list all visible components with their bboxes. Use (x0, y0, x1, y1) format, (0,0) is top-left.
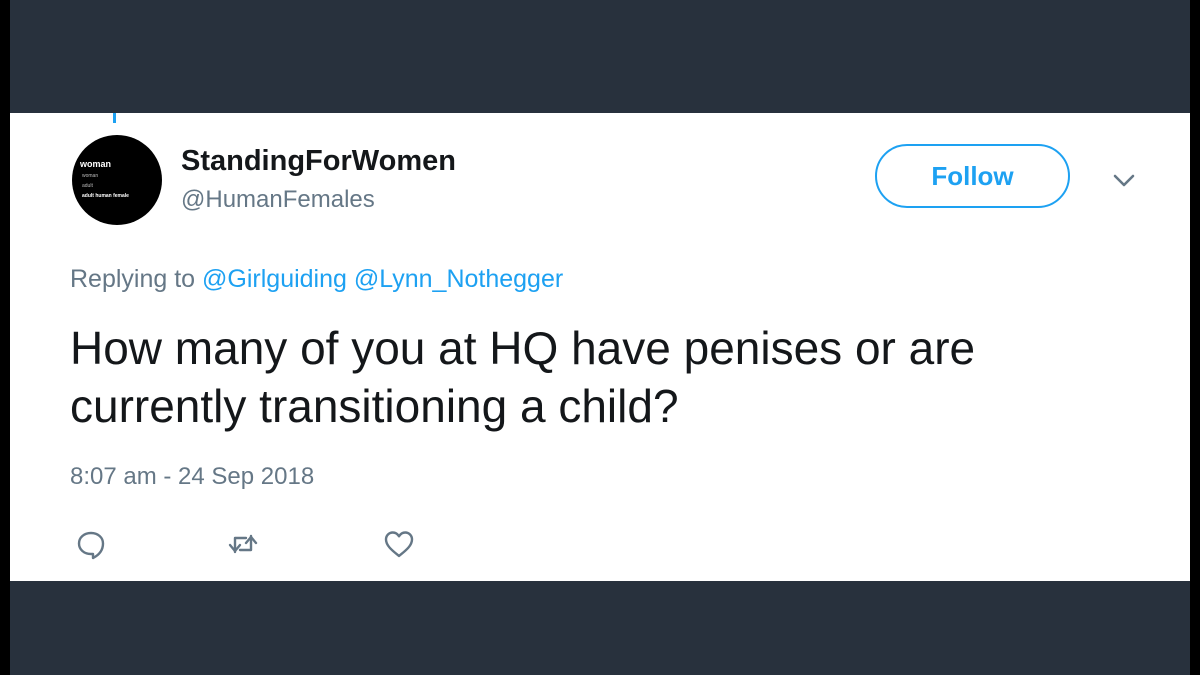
mention-link-girlguiding[interactable]: @Girlguiding (202, 265, 347, 293)
tweet-timestamp[interactable]: 8:07 am - 24 Sep 2018 (70, 461, 314, 493)
tweet-card: woman woman adult adult human female Sta… (10, 113, 1190, 581)
retweet-button[interactable] (226, 527, 260, 561)
display-name[interactable]: StandingForWomen (181, 143, 456, 179)
retweet-arrows-icon (226, 527, 260, 561)
reply-button[interactable] (74, 527, 108, 561)
mention-link-lynn-nothegger[interactable]: @Lynn_Nothegger (354, 265, 563, 293)
avatar-title-text: woman (80, 159, 112, 169)
replying-to-line: Replying to @Girlguiding @Lynn_Nothegger (70, 263, 563, 295)
left-edge-bar (0, 0, 10, 675)
replying-to-label: Replying to (70, 265, 196, 293)
avatar-line-3: adult human female (82, 193, 129, 199)
thread-connector (113, 113, 116, 123)
follow-button[interactable]: Follow (875, 144, 1070, 208)
chevron-down-icon[interactable] (1110, 171, 1138, 191)
heart-icon (382, 527, 416, 561)
tweet-text: How many of you at HQ have penises or ar… (70, 322, 976, 432)
avatar-line-1: woman (82, 173, 99, 179)
user-handle[interactable]: @HumanFemales (181, 184, 375, 216)
like-button[interactable] (382, 527, 416, 561)
avatar-line-2: adult (82, 183, 93, 189)
right-edge-bar (1190, 0, 1200, 675)
avatar[interactable]: woman woman adult adult human female (72, 135, 162, 225)
speech-bubble-icon (74, 527, 108, 561)
